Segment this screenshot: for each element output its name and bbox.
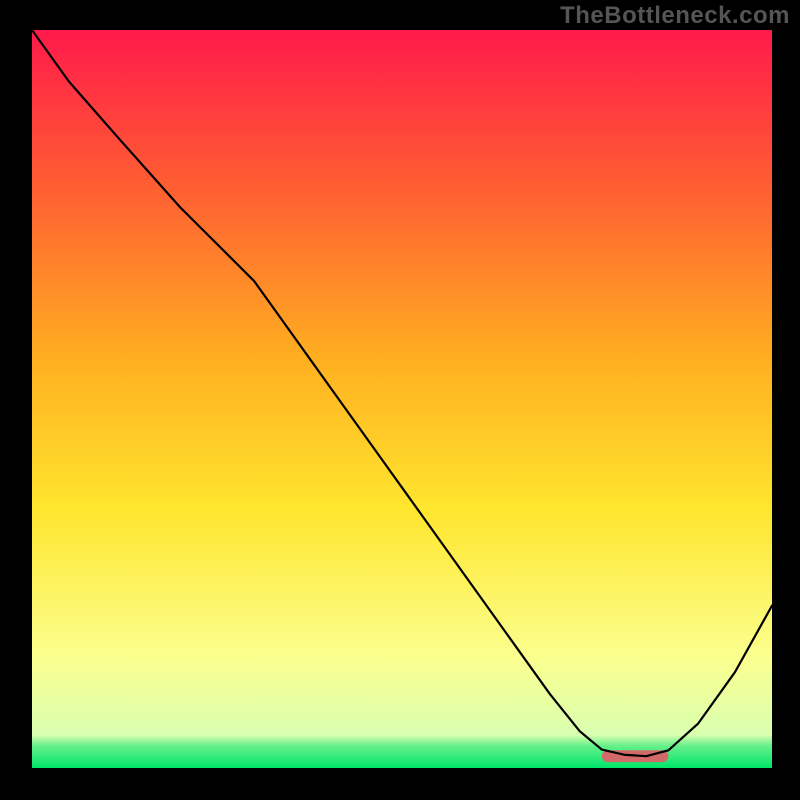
gradient-background bbox=[32, 30, 772, 768]
plot-area bbox=[32, 30, 772, 768]
watermark-text: TheBottleneck.com bbox=[560, 2, 790, 30]
chart-svg bbox=[32, 30, 772, 768]
chart-container: TheBottleneck.com bbox=[0, 0, 800, 800]
